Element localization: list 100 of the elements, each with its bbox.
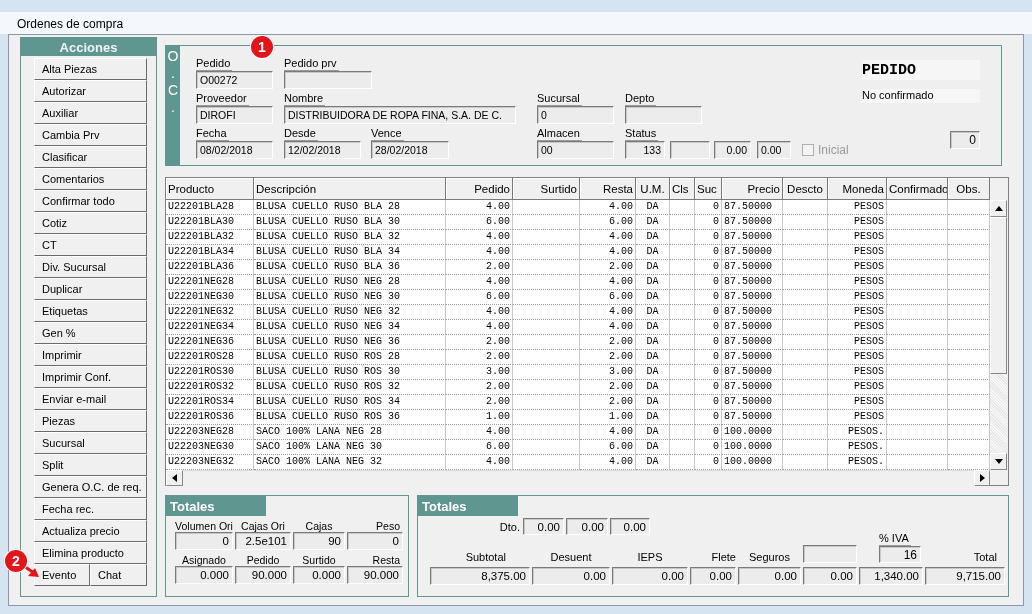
table-cell: 4.00 [446,305,513,320]
table-cell: 4.00 [446,275,513,290]
scrollbar-thumb[interactable] [990,217,1007,374]
action-button[interactable]: Enviar e-mail [34,388,147,410]
action-button[interactable]: Confirmar todo [34,190,147,212]
table-cell: DA [636,200,670,215]
input-field[interactable]: 12/02/2018 [284,141,361,159]
scroll-up-button[interactable] [990,200,1007,217]
action-button[interactable]: Imprimir [34,344,147,366]
scroll-left-button[interactable] [166,470,183,486]
input-field[interactable]: O00272 [196,71,273,89]
table-cell: DA [636,365,670,380]
input-field[interactable]: 9,715.00 [925,567,1005,585]
action-button[interactable]: Split [34,454,147,476]
action-button[interactable]: Sucursal [34,432,147,454]
input-field[interactable] [803,545,857,563]
action-button[interactable]: Cotiz [34,212,147,234]
panel-title: Acciones [21,38,156,56]
action-button[interactable]: Chat [90,564,147,586]
input-field[interactable]: 00 [537,141,614,159]
action-button[interactable]: Cambia Prv [34,124,147,146]
input-field[interactable]: 0.00 [757,141,791,159]
input-field[interactable]: 90.000 [235,566,291,584]
input-field[interactable]: 0.000 [293,566,345,584]
column-header[interactable]: Descto [783,178,828,200]
action-button[interactable]: Clasificar [34,146,147,168]
input-field[interactable]: 0.00 [803,567,857,585]
input-field[interactable]: 1,340.00 [859,567,923,585]
scroll-right-button[interactable] [974,470,990,486]
input-field[interactable]: 0.00 [738,567,801,585]
column-header[interactable]: Pedido [446,178,513,200]
input-field[interactable]: 0.00 [690,567,736,585]
table-cell [513,305,580,320]
table-cell [670,215,695,230]
table-cell: BLUSA CUELLO RUSO ROS 34 [254,395,446,410]
column-header[interactable]: Surtido [513,178,580,200]
table-cell [670,275,695,290]
table-cell: BLUSA CUELLO RUSO NEG 28 [254,275,446,290]
input-field[interactable]: 0 [175,532,233,550]
action-button[interactable]: Etiquetas [34,300,147,322]
column-header[interactable]: U.M. [636,178,670,200]
action-button[interactable]: Comentarios [34,168,147,190]
action-button[interactable]: Autorizar [34,80,147,102]
action-button[interactable]: Evento [34,564,90,586]
input-field[interactable]: DIROFI [196,106,273,124]
input-field[interactable]: 0.00 [612,567,688,585]
input-field[interactable]: 133 [625,141,665,159]
action-button[interactable]: CT [34,234,147,256]
action-button[interactable]: Piezas [34,410,147,432]
input-field[interactable]: 0.00 [523,518,564,535]
scroll-down-button[interactable] [990,453,1007,470]
action-button[interactable]: Gen % [34,322,147,344]
action-button[interactable]: Elimina producto [34,542,147,564]
action-button[interactable]: Duplicar [34,278,147,300]
input-field[interactable] [670,141,710,159]
input-field[interactable]: 16 [879,546,921,563]
input-field[interactable] [625,106,702,124]
table-cell [887,305,948,320]
column-header[interactable]: Descripción [254,178,446,200]
input-field[interactable]: 0 [347,532,403,550]
input-field[interactable]: DISTRIBUIDORA DE ROPA FINA, S.A. DE C. [284,106,516,124]
table-cell: 2.00 [446,260,513,275]
column-header[interactable]: Resta [580,178,636,200]
column-header[interactable]: Producto [166,178,254,200]
input-field[interactable]: 0.00 [714,141,751,159]
action-button[interactable]: Actualiza precio [34,520,147,542]
input-field[interactable]: 2.5e101 [235,532,291,550]
table-cell: U22201ROS34 [166,395,254,410]
table-cell: 0 [695,230,722,245]
input-field[interactable]: 08/02/2018 [196,141,273,159]
action-button[interactable]: Fecha rec. [34,498,147,520]
input-field[interactable]: 0.00 [610,518,650,535]
input-field[interactable]: 90.000 [347,566,403,584]
action-button[interactable]: Div. Sucursal [34,256,147,278]
input-field[interactable] [284,71,372,89]
table-cell [948,380,990,395]
input-field[interactable]: 0.00 [532,567,610,585]
input-field[interactable]: 0.000 [175,566,233,584]
column-header[interactable]: Moneda [828,178,887,200]
table-cell [783,410,828,425]
table-cell: 4.00 [580,305,636,320]
action-button[interactable]: Genera O.C. de req. [34,476,147,498]
action-button[interactable]: Auxiliar [34,102,147,124]
number-badge: 2 [5,550,27,572]
column-header[interactable]: Suc [695,178,722,200]
column-header[interactable]: Precio [722,178,783,200]
action-button[interactable]: Imprimir Conf. [34,366,147,388]
table-cell: 0 [695,380,722,395]
column-header[interactable]: Obs. [948,178,990,200]
input-field[interactable]: 0 [950,131,980,149]
input-field[interactable]: 0 [537,106,614,124]
input-field[interactable]: 8,375.00 [430,567,530,585]
input-field[interactable]: 0.00 [566,518,608,535]
input-field[interactable]: 28/02/2018 [371,141,449,159]
action-button[interactable]: Alta Piezas [34,58,147,80]
input-field[interactable]: 90 [293,532,345,550]
total-label: Pedido [245,554,281,566]
column-header[interactable]: Cls [670,178,695,200]
table-cell [670,365,695,380]
total-label: Asignado [181,554,227,566]
